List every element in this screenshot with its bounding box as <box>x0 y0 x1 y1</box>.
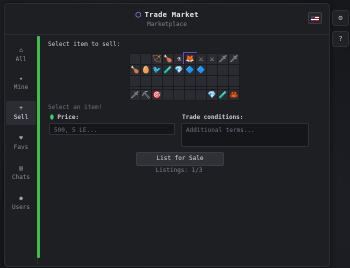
price-label: ⬮ Price: <box>50 114 79 122</box>
accent-bar <box>37 36 40 258</box>
sidebar-item-chats[interactable]: ▤ Chats <box>6 161 36 185</box>
home-icon: ⌂ <box>19 47 23 54</box>
shield-icon: ⬡ <box>135 11 142 19</box>
sidebar-item-label: Users <box>11 204 31 211</box>
sidebar-item-label: Mine <box>13 84 29 91</box>
heart-icon: ♥ <box>19 135 23 142</box>
sidebar-item-users[interactable]: ● Users <box>6 191 36 215</box>
help-icon[interactable]: ? <box>332 31 349 47</box>
users-icon: ● <box>19 195 23 202</box>
emerald-icon: ⬮ <box>50 114 54 121</box>
page-title: ⬡ Trade Market <box>5 11 329 19</box>
right-toolbar: ⚙ ? <box>330 3 349 265</box>
title-bar: ⬡ Trade Market Marketplace <box>5 4 329 35</box>
sidebar-item-label: Favs <box>13 144 29 151</box>
plus-icon: + <box>19 105 23 112</box>
select-item-prompt: Select item to sell: <box>48 41 121 48</box>
sidebar-item-mine[interactable]: ★ Mine <box>6 71 36 95</box>
conditions-label: Trade conditions: <box>182 114 244 121</box>
hotbar-grid: 🗡 ⛏ 🎯 💎 🧪 🦀 <box>129 89 240 101</box>
sidebar-item-sell[interactable]: + Sell <box>6 101 36 125</box>
price-label-text: Price: <box>57 114 80 121</box>
sidebar-item-label: All <box>15 56 27 63</box>
listings-count: Listings: 1/3 <box>155 167 203 174</box>
sidebar-item-label: Sell <box>13 114 29 121</box>
star-icon: ★ <box>19 75 23 82</box>
hotbar-slot-item[interactable]: 🦀 <box>228 89 240 101</box>
chat-icon: ▤ <box>19 165 23 172</box>
us-flag-icon[interactable] <box>308 12 322 24</box>
select-item-hint: Select an item! <box>48 104 103 111</box>
sidebar-item-favs[interactable]: ♥ Favs <box>6 131 36 155</box>
sidebar: ⌂ All ★ Mine + Sell ♥ Favs ▤ Chats ● Use… <box>5 35 38 265</box>
list-for-sale-button[interactable]: List for Sale <box>136 152 224 166</box>
settings-icon[interactable]: ⚙ <box>332 10 349 26</box>
sidebar-item-label: Chats <box>11 174 31 181</box>
title-text: Trade Market <box>144 11 199 19</box>
conditions-input[interactable]: Additional terms... <box>181 123 309 147</box>
page-subtitle: Marketplace <box>147 21 187 28</box>
sidebar-item-all[interactable]: ⌂ All <box>6 43 36 67</box>
price-input[interactable]: 500, 5 LE... <box>49 123 175 135</box>
